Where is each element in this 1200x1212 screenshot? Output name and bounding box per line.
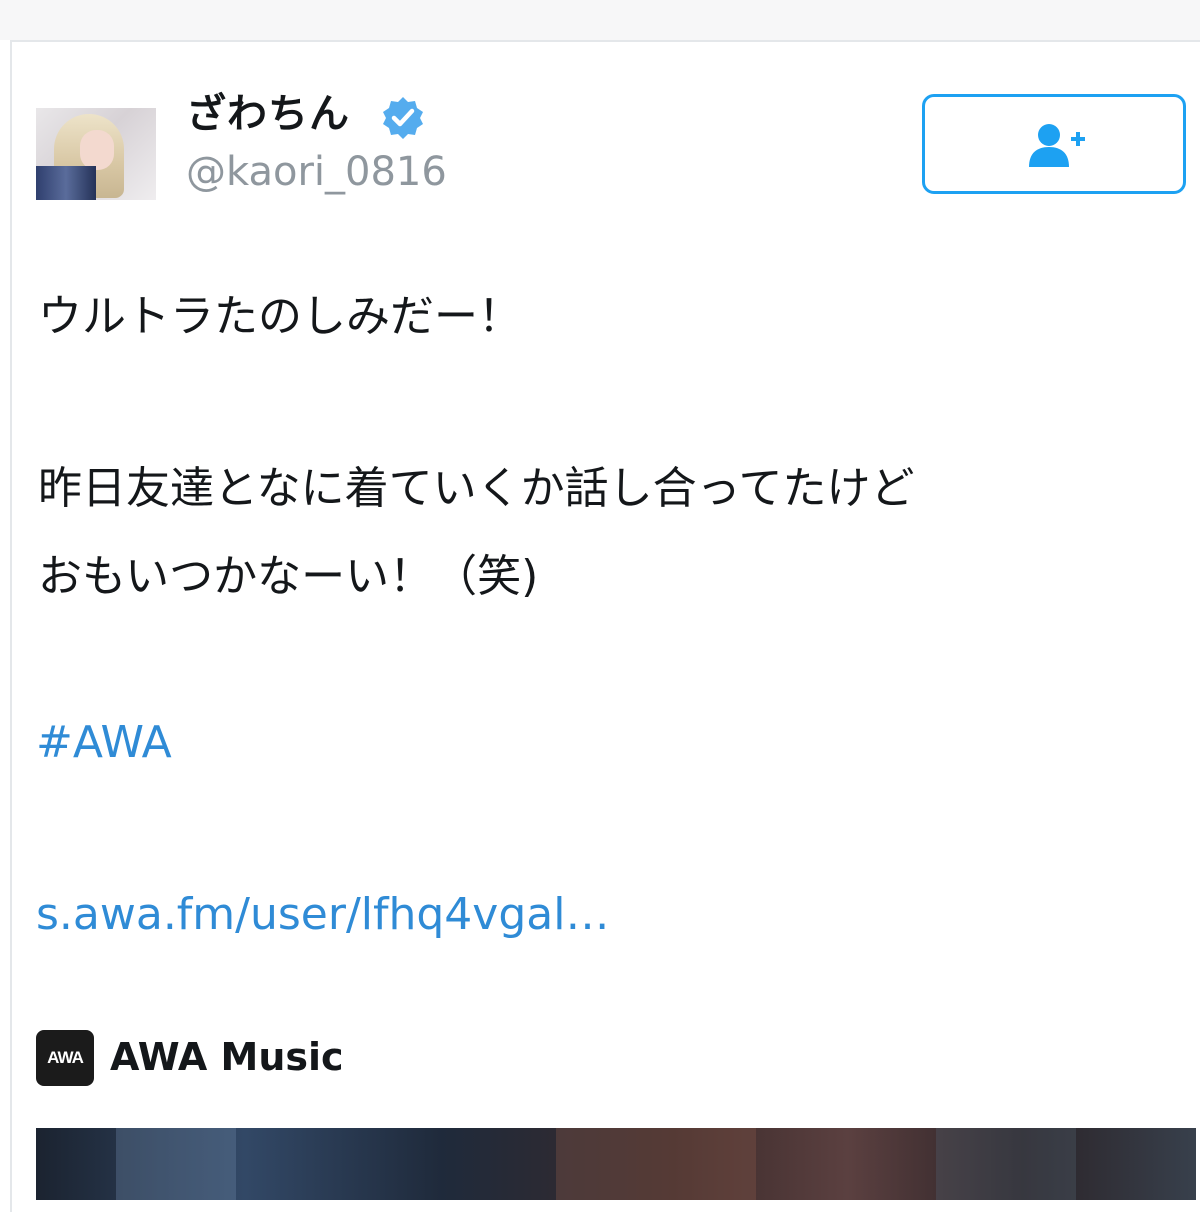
- url-link[interactable]: s.awa.fm/user/lfhq4vgal…: [36, 886, 609, 944]
- image-texture: [116, 1128, 236, 1200]
- follow-button[interactable]: [922, 94, 1186, 194]
- follow-person-plus-icon: [1029, 124, 1085, 167]
- hashtag-link[interactable]: #AWA: [36, 714, 172, 772]
- tweet-text-line-3: おもいつかなーい！（笑): [38, 551, 539, 602]
- tweet-text-line-1: ウルトラたのしみだー！: [38, 291, 522, 342]
- avatar-face: [80, 130, 114, 170]
- top-strip: [0, 0, 1200, 40]
- link-card-image[interactable]: [36, 1128, 1196, 1200]
- verified-badge-icon: [383, 97, 423, 139]
- user-handle[interactable]: @kaori_0816: [186, 146, 447, 198]
- tweet-text-line-2: 昨日友達となに着ていくか話し合ってたけど: [38, 463, 915, 514]
- avatar[interactable]: [36, 108, 156, 200]
- image-texture: [936, 1128, 1076, 1200]
- avatar-clothing: [36, 166, 96, 200]
- awa-logo-icon: AWA: [36, 1030, 94, 1086]
- image-texture: [556, 1128, 756, 1200]
- display-name[interactable]: ざわちん: [186, 88, 350, 140]
- link-card-title[interactable]: AWA Music: [110, 1028, 344, 1086]
